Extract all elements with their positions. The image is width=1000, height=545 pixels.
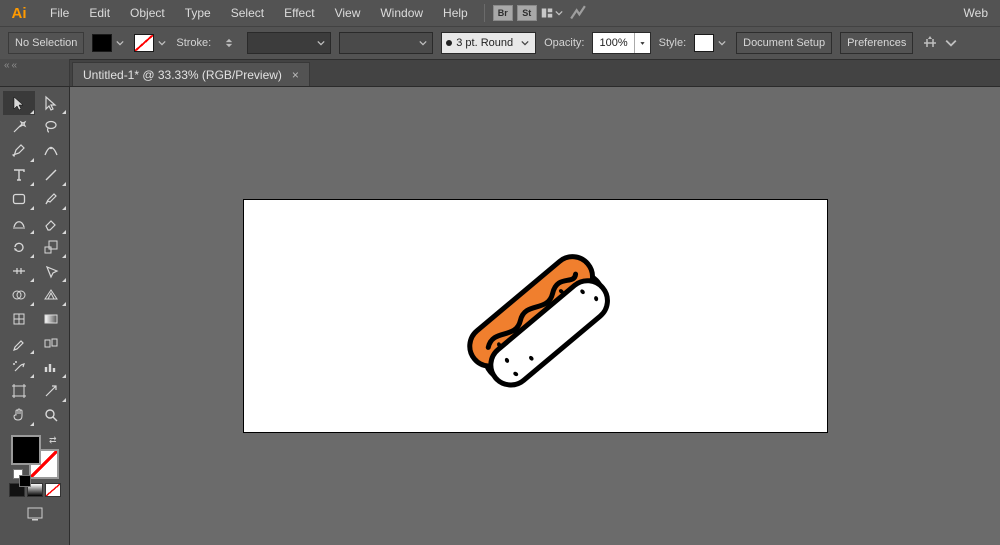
opacity-label: Opacity: bbox=[544, 37, 584, 49]
opacity-value: 100% bbox=[593, 37, 633, 49]
menu-select[interactable]: Select bbox=[221, 0, 274, 26]
stroke-weight-stepper[interactable] bbox=[219, 34, 239, 52]
bridge-icon[interactable]: Br bbox=[493, 5, 513, 21]
color-mode-row bbox=[0, 483, 69, 497]
document-tab[interactable]: Untitled-1* @ 33.33% (RGB/Preview) × bbox=[72, 62, 310, 86]
mesh-tool[interactable] bbox=[3, 307, 35, 331]
swap-fill-stroke-icon[interactable]: ⇄ bbox=[49, 435, 57, 446]
fill-swatch[interactable] bbox=[92, 34, 112, 52]
graphic-style-swatch[interactable] bbox=[694, 34, 714, 52]
align-to-icon[interactable] bbox=[921, 34, 957, 52]
stroke-profile-dropdown[interactable] bbox=[247, 32, 331, 54]
hand-tool[interactable] bbox=[3, 403, 35, 427]
shaper-tool[interactable] bbox=[3, 211, 35, 235]
preferences-button[interactable]: Preferences bbox=[840, 32, 913, 54]
canvas-area[interactable] bbox=[70, 87, 1000, 545]
fill-swatch-menu[interactable] bbox=[114, 34, 126, 52]
opacity-menu[interactable] bbox=[634, 33, 650, 53]
document-setup-button[interactable]: Document Setup bbox=[736, 32, 832, 54]
brush-value: 3 pt. Round bbox=[456, 37, 513, 49]
pen-tool[interactable] bbox=[3, 139, 35, 163]
gpu-preview-icon[interactable] bbox=[567, 3, 589, 23]
menu-bar: Ai File Edit Object Type Select Effect V… bbox=[0, 0, 1000, 26]
color-mode-none[interactable] bbox=[45, 483, 61, 497]
menu-object[interactable]: Object bbox=[120, 0, 175, 26]
fill-proxy[interactable] bbox=[11, 435, 41, 465]
stock-icon[interactable]: St bbox=[517, 5, 537, 21]
document-tab-strip: Untitled-1* @ 33.33% (RGB/Preview) × bbox=[0, 60, 1000, 87]
slice-tool[interactable] bbox=[35, 379, 67, 403]
lasso-tool[interactable] bbox=[35, 115, 67, 139]
shape-builder-tool[interactable] bbox=[3, 283, 35, 307]
paintbrush-tool[interactable] bbox=[35, 187, 67, 211]
stroke-swatch[interactable] bbox=[134, 34, 154, 52]
magic-wand-tool[interactable] bbox=[3, 115, 35, 139]
brush-definition-dropdown[interactable]: 3 pt. Round bbox=[441, 32, 536, 54]
document-tab-title: Untitled-1* @ 33.33% (RGB/Preview) bbox=[83, 68, 282, 82]
graphic-style-menu[interactable] bbox=[716, 34, 728, 52]
free-transform-tool[interactable] bbox=[35, 259, 67, 283]
menu-edit[interactable]: Edit bbox=[79, 0, 120, 26]
fill-stroke-proxy[interactable]: ⇄ bbox=[11, 435, 59, 479]
stroke-label: Stroke: bbox=[176, 37, 211, 49]
selection-tool[interactable] bbox=[3, 91, 35, 115]
rotate-tool[interactable] bbox=[3, 235, 35, 259]
line-segment-tool[interactable] bbox=[35, 163, 67, 187]
artwork-hotdog bbox=[450, 221, 620, 411]
control-bar: No Selection Stroke: 3 pt. Round Opacity… bbox=[0, 26, 1000, 60]
screen-mode-button[interactable] bbox=[19, 503, 51, 525]
menu-effect[interactable]: Effect bbox=[274, 0, 324, 26]
menu-window[interactable]: Window bbox=[370, 0, 433, 26]
default-fill-stroke-icon[interactable] bbox=[13, 469, 23, 479]
app-logo: Ai bbox=[8, 3, 30, 23]
artboard-tool[interactable] bbox=[3, 379, 35, 403]
tools-panel: ⇄ bbox=[0, 87, 70, 545]
column-graph-tool[interactable] bbox=[35, 355, 67, 379]
opacity-field[interactable]: 100% bbox=[592, 32, 650, 54]
scale-tool[interactable] bbox=[35, 235, 67, 259]
type-tool[interactable] bbox=[3, 163, 35, 187]
width-tool[interactable] bbox=[3, 259, 35, 283]
rectangle-tool[interactable] bbox=[3, 187, 35, 211]
eraser-tool[interactable] bbox=[35, 211, 67, 235]
menu-type[interactable]: Type bbox=[175, 0, 221, 26]
gradient-tool[interactable] bbox=[35, 307, 67, 331]
eyedropper-tool[interactable] bbox=[3, 331, 35, 355]
blend-tool[interactable] bbox=[35, 331, 67, 355]
selection-indicator: No Selection bbox=[8, 32, 84, 54]
curvature-tool[interactable] bbox=[35, 139, 67, 163]
variable-width-profile-dropdown[interactable] bbox=[339, 32, 433, 54]
arrange-documents-icon[interactable] bbox=[541, 3, 563, 23]
workspace-switcher[interactable]: Web bbox=[956, 6, 996, 20]
menu-view[interactable]: View bbox=[325, 0, 371, 26]
close-tab-icon[interactable]: × bbox=[292, 68, 299, 82]
menu-file[interactable]: File bbox=[40, 0, 79, 26]
artboard[interactable] bbox=[243, 199, 828, 433]
stroke-swatch-menu[interactable] bbox=[156, 34, 168, 52]
symbol-sprayer-tool[interactable] bbox=[3, 355, 35, 379]
menu-help[interactable]: Help bbox=[433, 0, 478, 26]
perspective-grid-tool[interactable] bbox=[35, 283, 67, 307]
style-label: Style: bbox=[659, 37, 687, 49]
direct-selection-tool[interactable] bbox=[35, 91, 67, 115]
zoom-tool[interactable] bbox=[35, 403, 67, 427]
